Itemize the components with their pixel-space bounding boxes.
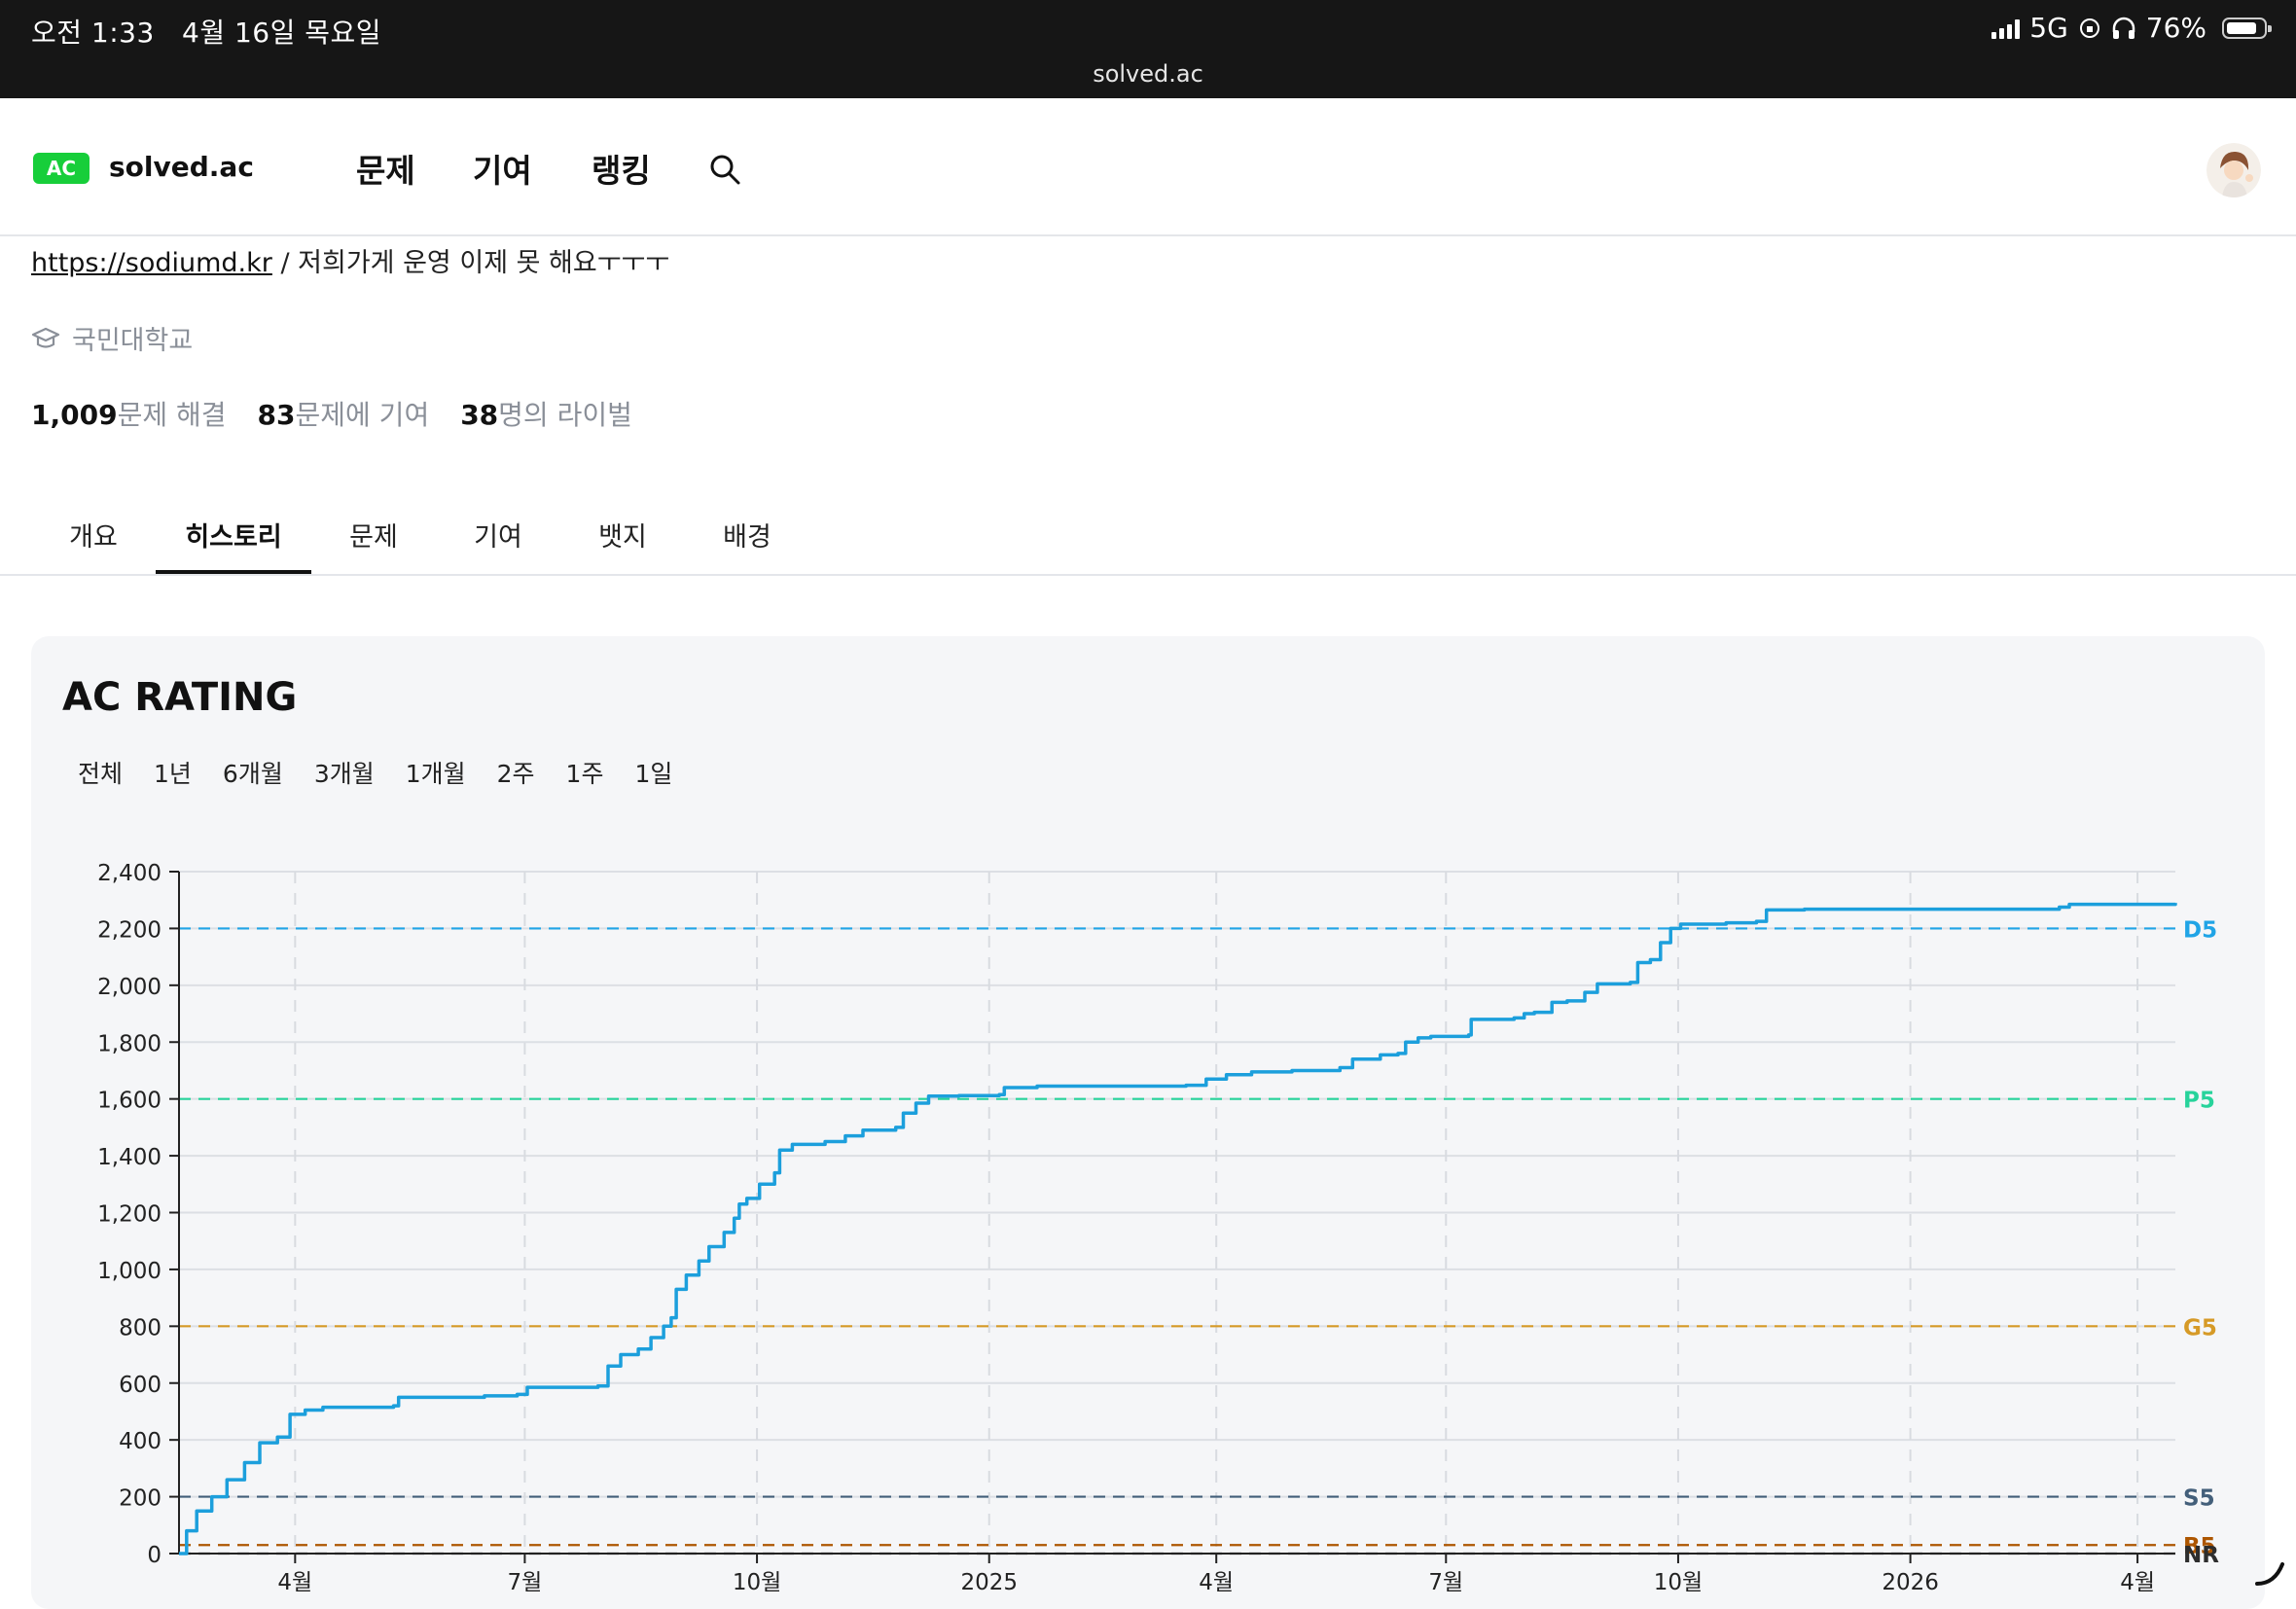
tier-label-s5: S5 [2183,1486,2215,1512]
y-tick-label: 800 [119,1315,161,1341]
rating-chart: 0 200 400 600 800 1,000 1,200 1,400 1,600 1,800 2,… [97,861,2219,1595]
tier-label-nr: NR [2183,1543,2219,1568]
tier-label-g5: G5 [2183,1315,2217,1341]
x-tick-label: 7월 [1428,1570,1463,1595]
x-tick-label: 10월 [733,1570,781,1595]
x-tick-label: 7월 [508,1570,543,1595]
y-tick-label: 1,200 [97,1202,161,1228]
x-tick-label: 2026 [1882,1570,1939,1595]
y-tick-label: 200 [119,1486,161,1512]
x-tick-label: 4월 [277,1570,312,1595]
y-tick-label: 2,200 [97,917,161,943]
x-tick-label: 2025 [960,1570,1018,1595]
scroll-indicator-icon [2255,1562,2284,1586]
y-tick-label: 1,000 [97,1259,161,1284]
tier-label-d5: D5 [2183,917,2217,943]
y-tick-label: 400 [119,1429,161,1454]
y-tick-label: 2,400 [97,861,161,886]
x-tick-label: 10월 [1654,1570,1703,1595]
y-tick-label: 1,600 [97,1089,161,1114]
tier-label-p5: P5 [2183,1089,2215,1114]
y-tick-label: 0 [147,1543,161,1568]
x-tick-label: 4월 [1199,1570,1234,1595]
rating-series-line [179,902,2177,1555]
y-tick-label: 1,800 [97,1031,161,1056]
y-tick-label: 2,000 [97,975,161,1000]
y-tick-label: 600 [119,1373,161,1398]
x-tick-label: 4월 [2120,1570,2155,1595]
y-tick-label: 1,400 [97,1145,161,1170]
